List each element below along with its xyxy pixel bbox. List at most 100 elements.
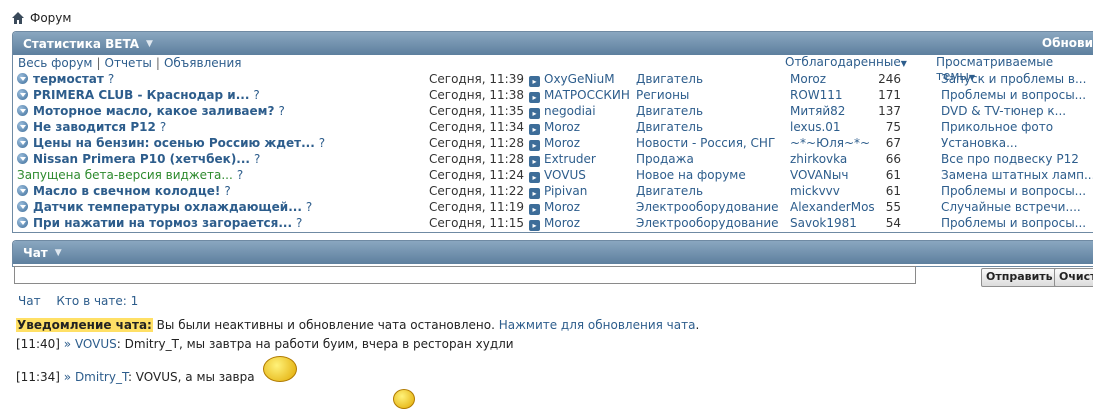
tab-separator: |	[155, 56, 160, 70]
topic-forum-link[interactable]: Двигатель	[636, 119, 703, 135]
viewed-topic-link[interactable]: Запуск и проблемы в...	[941, 71, 1086, 87]
chevron-down-icon[interactable]: ▼	[55, 248, 62, 258]
topic-forum-link[interactable]: Двигатель	[636, 183, 703, 199]
go-to-last-post-icon[interactable]: ▸	[528, 92, 540, 103]
topic-time: Сегодня, 11:24 ▸	[429, 167, 540, 183]
stats-header[interactable]: Статистика BETA ▼ Обнови	[13, 32, 1093, 55]
topic-preview-link[interactable]: ?	[160, 120, 166, 134]
stats-rows: термостат? Сегодня, 11:39 ▸ OxyGeNiuM Двигат…	[13, 71, 1093, 231]
go-to-last-post-icon[interactable]: ▸	[528, 140, 540, 151]
viewed-topic-link[interactable]: Установка...	[941, 135, 1018, 151]
viewed-topic-link[interactable]: Проблемы и вопросы...	[941, 183, 1086, 199]
chat-input[interactable]	[14, 266, 916, 284]
topic-forum-link[interactable]: Новое на форуме	[636, 167, 746, 183]
home-icon[interactable]	[12, 12, 24, 24]
go-to-last-post-icon[interactable]: ▸	[528, 172, 540, 183]
topic-title-link[interactable]: Nissan Primera P10 (хетчбек)...	[33, 152, 250, 166]
topic-preview-link[interactable]: ?	[224, 184, 230, 198]
topic-user-link[interactable]: Pipivan	[544, 183, 587, 199]
topic-user-link[interactable]: Moroz	[544, 215, 580, 231]
viewed-topic-link[interactable]: Проблемы и вопросы...	[941, 215, 1086, 231]
topic-forum-link[interactable]: Двигатель	[636, 71, 703, 87]
topic-user-link[interactable]: Moroz	[544, 199, 580, 215]
thanked-user-link[interactable]: Митяй82	[790, 103, 845, 119]
viewed-topic-link[interactable]: Замена штатных ламп...	[941, 167, 1093, 183]
topic-time: Сегодня, 11:39 ▸	[429, 71, 540, 87]
tab-who-in-chat[interactable]: Кто в чате: 1	[56, 294, 138, 308]
viewed-topic-link[interactable]: Проблемы и вопросы...	[941, 87, 1086, 103]
stats-row: Моторное масло, какое заливаем?? Сегодня,…	[13, 103, 1093, 119]
topic-preview-link[interactable]: ?	[237, 168, 243, 182]
topic-title-link[interactable]: При нажатии на тормоз загорается...	[33, 216, 292, 230]
topic-preview-link[interactable]: ?	[306, 200, 312, 214]
topic-title-link[interactable]: Масло в свечном колодце!	[33, 184, 220, 198]
go-to-last-post-icon[interactable]: ▸	[528, 188, 540, 199]
chat-notice: Уведомление чата: Вы были неактивны и об…	[16, 318, 699, 332]
topic-forum-link[interactable]: Электрооборудование	[636, 215, 779, 231]
go-to-last-post-icon[interactable]: ▸	[528, 76, 540, 87]
topic-preview-link[interactable]: ?	[278, 104, 284, 118]
breadcrumb-forum-link[interactable]: Форум	[30, 11, 71, 25]
viewed-topic-link[interactable]: Все про подвеску Р12	[941, 151, 1079, 167]
topic-user-link[interactable]: negodiai	[544, 103, 596, 119]
topic-forum-link[interactable]: Регионы	[636, 87, 689, 103]
go-to-last-post-icon[interactable]: ▸	[528, 204, 540, 215]
tab-chat[interactable]: Чат	[18, 294, 41, 308]
chat-refresh-link[interactable]: Нажмите для обновления чата	[499, 318, 696, 332]
topic-user-link[interactable]: МАТРОССКИН	[544, 87, 630, 103]
chat-header[interactable]: Чат ▼	[13, 241, 1093, 264]
chat-message-user[interactable]: » VOVUS	[64, 337, 117, 351]
thanked-column-header[interactable]: Отблагодаренные▼	[785, 55, 907, 69]
thanks-count: 75	[885, 120, 901, 134]
topic-bullet-icon	[17, 217, 28, 228]
clear-button[interactable]: Очисти	[1054, 268, 1093, 287]
go-to-last-post-icon[interactable]: ▸	[528, 220, 540, 231]
topic-title-link[interactable]: Датчик температуры охлаждающей...	[33, 200, 302, 214]
topic-user-link[interactable]: VOVUS	[544, 167, 586, 183]
topic-title-link[interactable]: Моторное масло, какое заливаем?	[33, 104, 274, 118]
thanked-user-link[interactable]: lexus.01	[790, 119, 841, 135]
thanked-user-link[interactable]: ROW111	[790, 87, 843, 103]
topic-preview-link[interactable]: ?	[254, 152, 260, 166]
stats-tabs: Весь форум | Отчеты | Объявления Отблаго…	[13, 55, 1093, 83]
topic-user-link[interactable]: Moroz	[544, 119, 580, 135]
refresh-button[interactable]: Обнови	[1042, 36, 1093, 50]
topic-title-link[interactable]: термостат	[33, 72, 104, 86]
topic-forum-link[interactable]: Двигатель	[636, 103, 703, 119]
viewed-topic-link[interactable]: Прикольное фото	[941, 119, 1053, 135]
topic-title-link[interactable]: Цены на бензин: осенью Россию ждет...	[33, 136, 315, 150]
tab-reports[interactable]: Отчеты	[105, 56, 152, 70]
topic-preview-link[interactable]: ?	[108, 72, 114, 86]
chevron-down-icon[interactable]: ▼	[146, 39, 153, 49]
stats-row: Масло в свечном колодце!? Сегодня, 11:22 ▸…	[13, 183, 1093, 199]
tab-announcements[interactable]: Объявления	[164, 56, 242, 70]
topic-title-link[interactable]: Не заводится Р12	[33, 120, 156, 134]
topic-user-link[interactable]: Extruder	[544, 151, 596, 167]
topic-forum-link[interactable]: Электрооборудование	[636, 199, 779, 215]
topic-forum-link[interactable]: Продажа	[636, 151, 694, 167]
topic-forum-link[interactable]: Новости - Россия, СНГ	[636, 135, 775, 151]
thanked-user-link[interactable]: Savok1981	[790, 215, 857, 231]
topic-preview-link[interactable]: ?	[296, 216, 302, 230]
thanked-user-link[interactable]: zhirkovka	[790, 151, 847, 167]
topic-bullet-icon	[17, 73, 28, 84]
thanked-user-link[interactable]: mickvvv	[790, 183, 840, 199]
go-to-last-post-icon[interactable]: ▸	[528, 156, 540, 167]
go-to-last-post-icon[interactable]: ▸	[528, 108, 540, 119]
thanked-user-link[interactable]: Moroz	[790, 71, 826, 87]
topic-preview-link[interactable]: ?	[253, 88, 259, 102]
chat-message-user[interactable]: » Dmitry_T	[64, 370, 128, 384]
topic-title-link[interactable]: PRIMERA CLUB - Краснодар и...	[33, 88, 249, 102]
topic-user-link[interactable]: Moroz	[544, 135, 580, 151]
thanked-user-link[interactable]: VOVANыч	[790, 167, 848, 183]
topic-user-link[interactable]: OxyGeNiuM	[544, 71, 615, 87]
go-to-last-post-icon[interactable]: ▸	[528, 124, 540, 135]
viewed-topic-link[interactable]: DVD & TV-тюнер к...	[941, 103, 1066, 119]
tab-all-forum[interactable]: Весь форум	[18, 56, 92, 70]
stats-row: PRIMERA CLUB - Краснодар и...? Сегодня, 1…	[13, 87, 1093, 103]
topic-preview-link[interactable]: ?	[319, 136, 325, 150]
viewed-topic-link[interactable]: Случайные встречи....	[941, 199, 1081, 215]
thanked-user-link[interactable]: ~*~Юля~*~	[790, 135, 870, 151]
send-button[interactable]: Отправить	[981, 268, 1058, 287]
topic-title-link[interactable]: Запущена бета-версия виджета...	[17, 168, 233, 182]
